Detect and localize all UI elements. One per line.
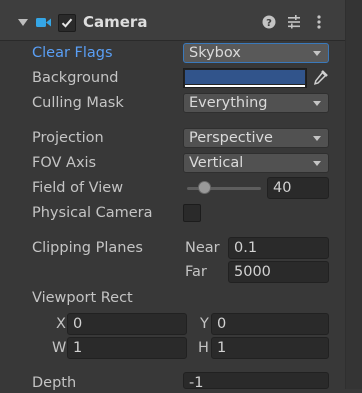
clear-flags-dropdown[interactable]: Skybox: [183, 43, 329, 63]
clipping-planes-label: Clipping Planes: [32, 240, 143, 256]
chevron-down-icon: [313, 161, 321, 166]
background-label: Background: [32, 70, 119, 86]
component-title: Camera: [83, 13, 148, 31]
depth-input[interactable]: -1: [183, 372, 329, 391]
physical-camera-label: Physical Camera: [32, 205, 153, 221]
viewport-rect-label: Viewport Rect: [32, 290, 133, 306]
eyedropper-icon[interactable]: [310, 68, 330, 88]
physical-camera-checkbox[interactable]: [183, 204, 201, 222]
header-divider: [0, 40, 362, 41]
viewport-y-input[interactable]: 0: [211, 313, 329, 335]
chevron-down-icon: [313, 51, 321, 56]
fov-axis-label: FOV Axis: [32, 155, 97, 171]
viewport-w-input[interactable]: 1: [67, 337, 187, 359]
background-color-field[interactable]: [183, 68, 307, 88]
foldout-arrow-icon[interactable]: [18, 19, 28, 26]
far-label: Far: [185, 264, 207, 280]
camera-icon: [36, 18, 51, 27]
h-label: H: [198, 340, 209, 356]
chevron-down-icon: [313, 136, 321, 141]
x-label: X: [56, 316, 66, 332]
projection-label: Projection: [32, 130, 104, 146]
checkmark-icon: [61, 18, 73, 28]
culling-mask-label: Culling Mask: [32, 95, 124, 111]
projection-dropdown[interactable]: Perspective: [183, 128, 329, 148]
culling-mask-dropdown[interactable]: Everything: [183, 93, 329, 113]
fov-slider-thumb[interactable]: [198, 181, 211, 194]
chevron-down-icon: [313, 101, 321, 106]
viewport-h-input[interactable]: 1: [211, 337, 329, 359]
viewport-x-input[interactable]: 0: [67, 313, 187, 335]
fov-axis-dropdown[interactable]: Vertical: [183, 153, 329, 173]
clear-flags-label: Clear Flags: [32, 45, 113, 61]
projection-value: Perspective: [189, 130, 273, 146]
near-label: Near: [185, 240, 220, 256]
presets-icon[interactable]: [286, 14, 302, 30]
clear-flags-value: Skybox: [189, 45, 241, 61]
far-input[interactable]: 5000: [228, 261, 329, 283]
alpha-bar: [185, 85, 305, 87]
field-of-view-label: Field of View: [32, 180, 124, 196]
y-label: Y: [200, 316, 209, 332]
component-header[interactable]: [0, 0, 362, 40]
near-input[interactable]: 0.1: [228, 237, 329, 259]
svg-text:?: ?: [266, 18, 272, 29]
field-of-view-input[interactable]: 40: [267, 177, 329, 199]
component-enabled-checkbox[interactable]: [58, 14, 76, 32]
fov-axis-value: Vertical: [189, 155, 244, 171]
background-color-swatch: [185, 70, 305, 84]
help-icon[interactable]: ?: [261, 14, 277, 30]
more-icon[interactable]: [311, 14, 327, 30]
culling-mask-value: Everything: [189, 95, 268, 111]
scrollbar-gutter[interactable]: [346, 0, 362, 389]
w-label: W: [52, 340, 67, 356]
